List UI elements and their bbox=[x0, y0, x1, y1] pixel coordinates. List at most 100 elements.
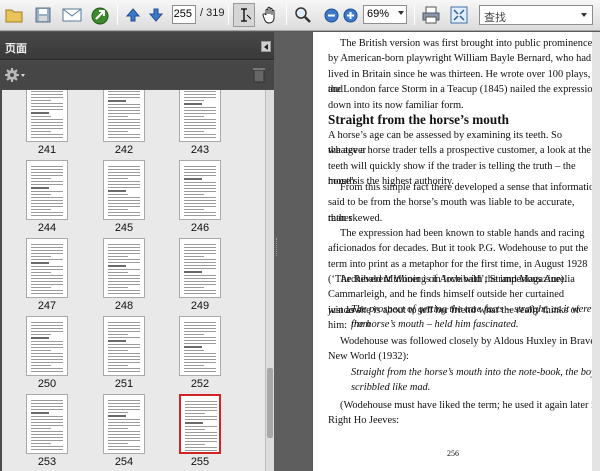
page-thumbnail[interactable] bbox=[103, 90, 145, 142]
page-thumbnail[interactable] bbox=[179, 316, 221, 376]
page-thumbnail[interactable] bbox=[26, 90, 68, 142]
zoom-in-icon bbox=[343, 8, 357, 22]
page-total-label: / 319 bbox=[200, 7, 225, 19]
next-page-button[interactable] bbox=[146, 3, 166, 27]
printer-icon bbox=[422, 6, 440, 24]
toolbar: 255 / 319 69% 查找 bbox=[0, 0, 600, 31]
search-input[interactable]: 查找 bbox=[479, 5, 593, 25]
zoom-out-button[interactable] bbox=[322, 3, 340, 27]
thumbnail-page-label: 255 bbox=[190, 456, 210, 468]
thumbnail-page-label: 244 bbox=[37, 222, 57, 234]
fit-page-button[interactable] bbox=[448, 3, 470, 27]
page-thumbnail[interactable] bbox=[103, 160, 145, 220]
text-cursor-icon bbox=[241, 8, 251, 22]
document-text-line: (Wodehouse must have liked the term; he … bbox=[340, 400, 600, 411]
folder-icon bbox=[5, 9, 23, 23]
document-text-line: The expression had been known to stable … bbox=[340, 228, 585, 239]
page-thumbnail[interactable] bbox=[179, 160, 221, 220]
thumbnail-page-label: 245 bbox=[114, 222, 134, 234]
document-text-line: New World (1932): bbox=[328, 351, 409, 363]
save-button[interactable] bbox=[32, 3, 54, 27]
print-button[interactable] bbox=[420, 3, 442, 27]
scrollbar-thumb[interactable] bbox=[267, 368, 273, 438]
document-text-line: the age a horse trader tells a prospecti… bbox=[328, 145, 591, 157]
panel-divider[interactable] bbox=[274, 32, 312, 471]
section-heading: Straight from the horse’s mouth bbox=[328, 112, 509, 127]
thumbnail-page-label: 247 bbox=[37, 300, 57, 312]
arrow-down-icon bbox=[148, 8, 164, 22]
thumbnail-page-label: 253 bbox=[37, 456, 57, 468]
document-text-line: Right Ho Jeeves: bbox=[328, 415, 399, 427]
zoom-level-value: 69% bbox=[367, 8, 390, 20]
thumbnail-page-label: 251 bbox=[114, 378, 134, 390]
trash-icon bbox=[253, 68, 265, 83]
zoom-in-button[interactable] bbox=[341, 3, 359, 27]
email-button[interactable] bbox=[60, 3, 84, 27]
pages-panel: 页面 241 242 243 244 245 246 247 248 249 250 251 252 2… bbox=[0, 32, 274, 471]
document-text-line: the horse’s mouth – held him fascinated. bbox=[351, 319, 519, 331]
document-text-line: Wodehouse was followed closely by Aldous… bbox=[340, 336, 595, 347]
marquee-zoom-button[interactable] bbox=[292, 3, 314, 27]
hand-tool-button[interactable] bbox=[259, 3, 281, 27]
options-menu-button[interactable] bbox=[4, 67, 26, 87]
fit-screen-icon bbox=[450, 6, 468, 24]
document-page: The British version was first brought in… bbox=[313, 32, 600, 471]
document-text-line: scribbled like mad. bbox=[351, 382, 431, 394]
page-thumbnail[interactable] bbox=[26, 316, 68, 376]
document-text-line: The British version was first brought in… bbox=[340, 38, 593, 49]
thumbnail-page-label: 254 bbox=[114, 456, 134, 468]
previous-page-button[interactable] bbox=[123, 3, 143, 27]
search-placeholder: 查找 bbox=[484, 11, 506, 24]
thumbnail-list: 241 242 243 244 245 246 247 248 249 250 251 252 253 2… bbox=[2, 90, 265, 471]
thumbnail-page-label: 249 bbox=[190, 300, 210, 312]
panel-title: 页面 bbox=[5, 42, 27, 55]
thumbnail-page-label: 248 bbox=[114, 300, 134, 312]
document-text-line: than skewed. bbox=[328, 212, 383, 224]
zoom-out-icon bbox=[324, 8, 338, 22]
page-thumbnail[interactable] bbox=[179, 394, 221, 454]
thumbnail-page-label: 250 bbox=[37, 378, 57, 390]
document-text-line: by American-born playwright William Bayl… bbox=[328, 53, 592, 65]
panel-header: 页面 bbox=[0, 32, 274, 60]
magnifier-icon bbox=[295, 7, 311, 23]
globe-arrow-icon bbox=[91, 7, 109, 25]
open-folder-button[interactable] bbox=[3, 3, 25, 27]
page-number: 256 bbox=[447, 449, 459, 458]
document-text-line: aficionados for decades. But it took P.G… bbox=[328, 243, 589, 255]
thumbnail-page-label: 252 bbox=[190, 378, 210, 390]
share-button[interactable] bbox=[88, 3, 112, 27]
chevron-down-icon bbox=[581, 13, 587, 17]
thumbnail-page-label: 242 bbox=[114, 144, 134, 156]
page-thumbnail[interactable] bbox=[103, 238, 145, 298]
page-thumbnail[interactable] bbox=[103, 394, 145, 454]
page-thumbnail[interactable] bbox=[179, 90, 221, 142]
document-text-line: the London farce Storm in a Teacup (1845… bbox=[328, 84, 598, 96]
collapse-panel-button[interactable] bbox=[261, 41, 271, 52]
document-text-line: From this simple fact there developed a … bbox=[340, 182, 600, 193]
zoom-level-select[interactable]: 69% bbox=[363, 5, 407, 24]
panel-toolbar bbox=[0, 61, 274, 89]
page-thumbnail[interactable] bbox=[179, 238, 221, 298]
hand-icon bbox=[262, 6, 275, 24]
email-icon bbox=[62, 8, 82, 22]
arrow-up-icon bbox=[125, 8, 141, 22]
document-scrollbar[interactable] bbox=[592, 32, 600, 471]
page-number-input[interactable]: 255 bbox=[172, 5, 196, 24]
page-thumbnail[interactable] bbox=[26, 238, 68, 298]
page-thumbnail[interactable] bbox=[26, 160, 68, 220]
gear-icon bbox=[5, 68, 25, 82]
thumbnail-page-label: 241 bbox=[37, 144, 57, 156]
chevron-down-icon bbox=[398, 11, 404, 15]
thumbnail-scrollbar[interactable] bbox=[265, 90, 274, 471]
page-thumbnail[interactable] bbox=[103, 316, 145, 376]
save-icon bbox=[35, 7, 51, 23]
thumbnail-page-label: 243 bbox=[190, 144, 210, 156]
delete-page-button[interactable] bbox=[253, 67, 265, 87]
document-text-line: Straight from the horse’s mouth into the… bbox=[351, 367, 600, 378]
document-text-line: Archibald Mulliner is in love with the i… bbox=[340, 274, 575, 285]
document-text-line: down into its now familiar form. bbox=[328, 99, 464, 111]
document-text-line: term into print as a metaphor for the fi… bbox=[328, 258, 588, 270]
thumbnail-page-label: 246 bbox=[190, 222, 210, 234]
page-thumbnail[interactable] bbox=[26, 394, 68, 454]
select-tool-button[interactable] bbox=[233, 3, 255, 27]
